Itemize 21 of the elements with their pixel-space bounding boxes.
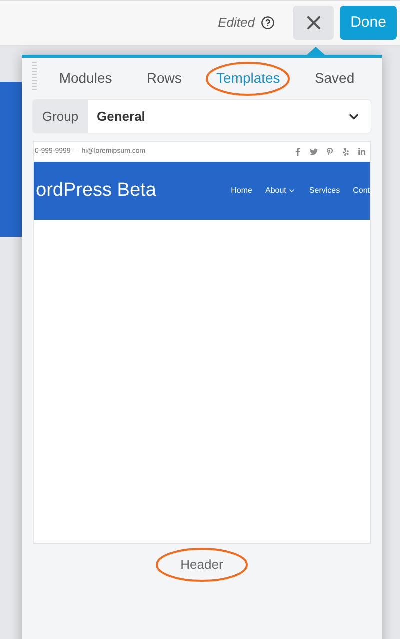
facebook-icon [294,148,302,156]
edited-status: Edited [218,14,255,32]
linkedin-icon [358,148,366,156]
help-icon[interactable] [261,16,275,30]
template-name: Header [180,557,224,572]
panel-tab[interactable]: Saved [310,68,359,89]
site-title: ordPress Beta [36,178,156,203]
nav-link[interactable]: Services [309,185,340,197]
yelp-icon [342,148,350,156]
nav-link[interactable]: Cont [353,185,370,197]
pinterest-icon [326,148,334,156]
close-button[interactable] [293,6,334,40]
done-button[interactable]: Done [340,6,397,40]
nav-link[interactable]: About [266,185,296,197]
nav-link[interactable]: Home [231,185,252,197]
group-value: General [97,108,146,126]
panel-tab[interactable]: Modules [55,68,116,89]
panel-tab[interactable]: Rows [142,68,186,89]
group-label: Group [33,100,88,133]
twitter-icon [310,148,318,156]
group-select[interactable]: Group General [33,100,371,133]
